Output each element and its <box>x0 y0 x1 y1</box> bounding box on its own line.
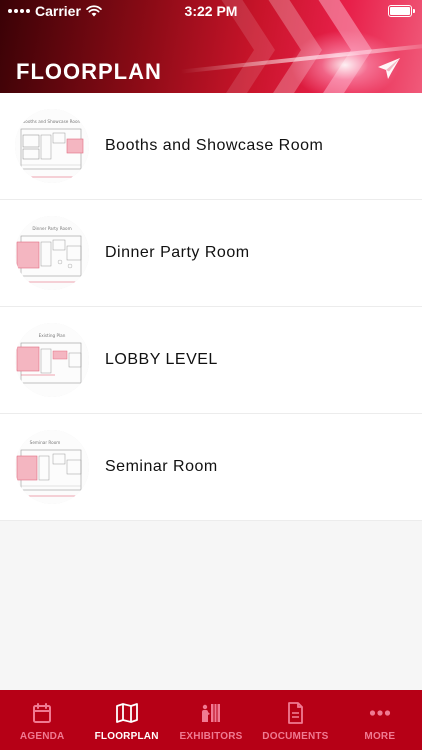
thumb-caption: Seminar Room <box>30 440 61 445</box>
floorplan-item[interactable]: Booths and Showcase Room Booths and Show… <box>0 93 422 200</box>
page-title: FLOORPLAN <box>16 59 162 84</box>
floorplan-item-label: Seminar Room <box>105 458 218 475</box>
floorplan-thumbnail-image: Seminar Room <box>15 430 89 504</box>
tab-more[interactable]: MORE <box>338 690 422 750</box>
app-header: Carrier 3:22 PM FLOORPLAN <box>0 0 422 93</box>
floorplan-item-label: LOBBY LEVEL <box>105 351 218 368</box>
floorplan-item[interactable]: Existing Plan LOBBY LEVEL <box>0 307 422 414</box>
tab-label: FLOORPLAN <box>94 731 159 742</box>
floorplan-thumbnail: Existing Plan <box>15 323 89 397</box>
floorplan-thumbnail-image: Existing Plan <box>15 323 89 397</box>
exhibitors-icon <box>202 704 221 722</box>
status-bar: Carrier 3:22 PM <box>0 0 422 22</box>
floorplan-thumbnail-image: Dinner Party Room <box>15 216 89 290</box>
status-time: 3:22 PM <box>184 3 238 19</box>
tab-documents[interactable]: DOCUMENTS <box>253 690 337 750</box>
floorplan-item[interactable]: Dinner Party Room Dinner Party Room <box>0 200 422 307</box>
floorplan-item[interactable]: Seminar Room Seminar Room <box>0 414 422 521</box>
tab-label: MORE <box>364 731 396 742</box>
tab-label: EXHIBITORS <box>179 731 243 742</box>
thumb-caption: Booths and Showcase Room <box>22 119 81 124</box>
tab-label: DOCUMENTS <box>262 731 329 742</box>
floorplan-list: Booths and Showcase Room Booths and Show… <box>0 93 422 521</box>
floorplan-thumbnail-image: Booths and Showcase Room <box>15 109 89 183</box>
tab-floorplan[interactable]: FLOORPLAN <box>84 690 168 750</box>
floorplan-thumbnail: Dinner Party Room <box>15 216 89 290</box>
tab-agenda[interactable]: AGENDA <box>0 690 84 750</box>
tab-bar: AGENDA FLOORPLAN EXHIBITORS DOCUMENTS MO… <box>0 690 422 750</box>
map-icon <box>115 703 138 723</box>
floorplan-item-label: Booths and Showcase Room <box>105 137 324 154</box>
battery-icon <box>388 5 415 17</box>
floorplan-thumbnail: Booths and Showcase Room <box>15 109 89 183</box>
more-icon <box>369 710 390 716</box>
tab-label: AGENDA <box>19 731 65 742</box>
send-icon[interactable] <box>376 56 402 82</box>
floorplan-thumbnail: Seminar Room <box>15 430 89 504</box>
thumb-caption: Existing Plan <box>39 333 66 338</box>
tab-exhibitors[interactable]: EXHIBITORS <box>169 690 253 750</box>
floorplan-item-label: Dinner Party Room <box>105 244 250 261</box>
document-icon <box>288 702 304 724</box>
thumb-caption: Dinner Party Room <box>32 226 71 231</box>
calendar-icon <box>33 703 52 723</box>
